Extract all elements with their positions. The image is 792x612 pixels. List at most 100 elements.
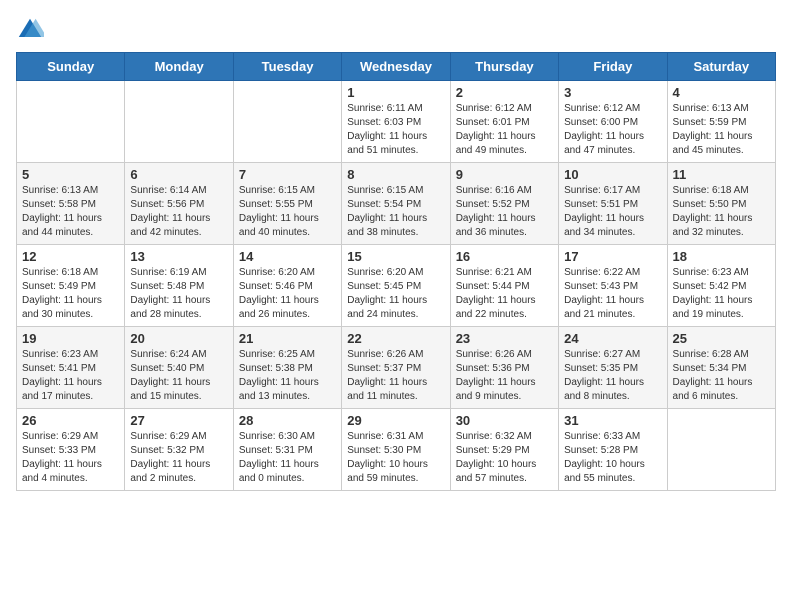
day-number: 27: [130, 413, 227, 428]
day-number: 15: [347, 249, 444, 264]
day-number: 2: [456, 85, 553, 100]
calendar-cell: 20 Sunrise: 6:24 AM Sunset: 5:40 PM Dayli…: [125, 327, 233, 409]
calendar-cell: 23 Sunrise: 6:26 AM Sunset: 5:36 PM Dayli…: [450, 327, 558, 409]
day-number: 16: [456, 249, 553, 264]
calendar-cell: 22Sunrise: 6:26 AM Sunset: 5:37 PM Dayli…: [342, 327, 450, 409]
day-number: 12: [22, 249, 119, 264]
day-number: 5: [22, 167, 119, 182]
calendar-cell: 27Sunrise: 6:29 AM Sunset: 5:32 PM Dayli…: [125, 409, 233, 491]
calendar-cell: [125, 81, 233, 163]
day-number: 14: [239, 249, 336, 264]
day-number: 11: [673, 167, 770, 182]
cell-info: Sunrise: 6:13 AM Sunset: 5:58 PM Dayligh…: [22, 184, 119, 240]
calendar-cell: 5 Sunrise: 6:13 AM Sunset: 5:58 PM Daylig…: [17, 163, 125, 245]
calendar-cell: 11 Sunrise: 6:18 AM Sunset: 5:50 PM Dayli…: [667, 163, 775, 245]
cell-info: Sunrise: 6:25 AM Sunset: 5:38 PM Dayligh…: [239, 348, 336, 404]
cell-info: Sunrise: 6:17 AM Sunset: 5:51 PM Dayligh…: [564, 184, 661, 240]
calendar-week-row: 5 Sunrise: 6:13 AM Sunset: 5:58 PM Daylig…: [17, 163, 776, 245]
calendar-cell: 31 Sunrise: 6:33 AM Sunset: 5:28 PM Dayli…: [559, 409, 667, 491]
calendar-week-row: 26 Sunrise: 6:29 AM Sunset: 5:33 PM Dayli…: [17, 409, 776, 491]
calendar-cell: 2Sunrise: 6:12 AM Sunset: 6:01 PM Daylig…: [450, 81, 558, 163]
cell-info: Sunrise: 6:15 AM Sunset: 5:55 PM Dayligh…: [239, 184, 336, 240]
day-number: 20: [130, 331, 227, 346]
calendar-cell: 10 Sunrise: 6:17 AM Sunset: 5:51 PM Dayli…: [559, 163, 667, 245]
cell-info: Sunrise: 6:21 AM Sunset: 5:44 PM Dayligh…: [456, 266, 553, 322]
calendar-week-row: 19Sunrise: 6:23 AM Sunset: 5:41 PM Dayli…: [17, 327, 776, 409]
calendar-cell: 3 Sunrise: 6:12 AM Sunset: 6:00 PM Daylig…: [559, 81, 667, 163]
cell-info: Sunrise: 6:14 AM Sunset: 5:56 PM Dayligh…: [130, 184, 227, 240]
cell-info: Sunrise: 6:18 AM Sunset: 5:50 PM Dayligh…: [673, 184, 770, 240]
day-number: 26: [22, 413, 119, 428]
day-number: 30: [456, 413, 553, 428]
calendar-cell: 9 Sunrise: 6:16 AM Sunset: 5:52 PM Daylig…: [450, 163, 558, 245]
day-number: 7: [239, 167, 336, 182]
calendar-cell: [667, 409, 775, 491]
cell-info: Sunrise: 6:15 AM Sunset: 5:54 PM Dayligh…: [347, 184, 444, 240]
cell-info: Sunrise: 6:13 AM Sunset: 5:59 PM Dayligh…: [673, 102, 770, 158]
cell-info: Sunrise: 6:30 AM Sunset: 5:31 PM Dayligh…: [239, 430, 336, 486]
cell-info: Sunrise: 6:32 AM Sunset: 5:29 PM Dayligh…: [456, 430, 553, 486]
calendar-cell: 13 Sunrise: 6:19 AM Sunset: 5:48 PM Dayli…: [125, 245, 233, 327]
logo: [16, 16, 48, 44]
day-of-week-header: Friday: [559, 53, 667, 81]
cell-info: Sunrise: 6:24 AM Sunset: 5:40 PM Dayligh…: [130, 348, 227, 404]
calendar-week-row: 12 Sunrise: 6:18 AM Sunset: 5:49 PM Dayli…: [17, 245, 776, 327]
day-number: 9: [456, 167, 553, 182]
day-number: 10: [564, 167, 661, 182]
cell-info: Sunrise: 6:26 AM Sunset: 5:36 PM Dayligh…: [456, 348, 553, 404]
day-number: 6: [130, 167, 227, 182]
calendar-cell: 12 Sunrise: 6:18 AM Sunset: 5:49 PM Dayli…: [17, 245, 125, 327]
cell-info: Sunrise: 6:19 AM Sunset: 5:48 PM Dayligh…: [130, 266, 227, 322]
calendar-cell: 26 Sunrise: 6:29 AM Sunset: 5:33 PM Dayli…: [17, 409, 125, 491]
cell-info: Sunrise: 6:27 AM Sunset: 5:35 PM Dayligh…: [564, 348, 661, 404]
day-of-week-header: Thursday: [450, 53, 558, 81]
calendar-cell: 28 Sunrise: 6:30 AM Sunset: 5:31 PM Dayli…: [233, 409, 341, 491]
calendar-cell: [17, 81, 125, 163]
day-number: 18: [673, 249, 770, 264]
cell-info: Sunrise: 6:23 AM Sunset: 5:42 PM Dayligh…: [673, 266, 770, 322]
calendar-cell: 18 Sunrise: 6:23 AM Sunset: 5:42 PM Dayli…: [667, 245, 775, 327]
day-number: 1: [347, 85, 444, 100]
day-number: 13: [130, 249, 227, 264]
day-number: 4: [673, 85, 770, 100]
calendar-header-row: SundayMondayTuesdayWednesdayThursdayFrid…: [17, 53, 776, 81]
calendar-cell: 29Sunrise: 6:31 AM Sunset: 5:30 PM Dayli…: [342, 409, 450, 491]
cell-info: Sunrise: 6:20 AM Sunset: 5:46 PM Dayligh…: [239, 266, 336, 322]
calendar-cell: 24Sunrise: 6:27 AM Sunset: 5:35 PM Dayli…: [559, 327, 667, 409]
calendar-cell: 30 Sunrise: 6:32 AM Sunset: 5:29 PM Dayli…: [450, 409, 558, 491]
day-of-week-header: Sunday: [17, 53, 125, 81]
cell-info: Sunrise: 6:12 AM Sunset: 6:00 PM Dayligh…: [564, 102, 661, 158]
day-number: 31: [564, 413, 661, 428]
day-number: 8: [347, 167, 444, 182]
cell-info: Sunrise: 6:29 AM Sunset: 5:33 PM Dayligh…: [22, 430, 119, 486]
day-number: 21: [239, 331, 336, 346]
day-number: 22: [347, 331, 444, 346]
day-number: 17: [564, 249, 661, 264]
calendar-cell: 8 Sunrise: 6:15 AM Sunset: 5:54 PM Daylig…: [342, 163, 450, 245]
cell-info: Sunrise: 6:16 AM Sunset: 5:52 PM Dayligh…: [456, 184, 553, 240]
calendar-cell: [233, 81, 341, 163]
cell-info: Sunrise: 6:33 AM Sunset: 5:28 PM Dayligh…: [564, 430, 661, 486]
day-of-week-header: Wednesday: [342, 53, 450, 81]
page-header: [16, 16, 776, 44]
logo-icon: [16, 16, 44, 44]
calendar-cell: 6 Sunrise: 6:14 AM Sunset: 5:56 PM Daylig…: [125, 163, 233, 245]
day-number: 23: [456, 331, 553, 346]
cell-info: Sunrise: 6:23 AM Sunset: 5:41 PM Dayligh…: [22, 348, 119, 404]
calendar-table: SundayMondayTuesdayWednesdayThursdayFrid…: [16, 52, 776, 491]
cell-info: Sunrise: 6:31 AM Sunset: 5:30 PM Dayligh…: [347, 430, 444, 486]
cell-info: Sunrise: 6:18 AM Sunset: 5:49 PM Dayligh…: [22, 266, 119, 322]
day-of-week-header: Monday: [125, 53, 233, 81]
cell-info: Sunrise: 6:28 AM Sunset: 5:34 PM Dayligh…: [673, 348, 770, 404]
calendar-cell: 21 Sunrise: 6:25 AM Sunset: 5:38 PM Dayli…: [233, 327, 341, 409]
calendar-cell: 17 Sunrise: 6:22 AM Sunset: 5:43 PM Dayli…: [559, 245, 667, 327]
day-of-week-header: Tuesday: [233, 53, 341, 81]
calendar-cell: 1Sunrise: 6:11 AM Sunset: 6:03 PM Daylig…: [342, 81, 450, 163]
day-number: 25: [673, 331, 770, 346]
calendar-cell: 19Sunrise: 6:23 AM Sunset: 5:41 PM Dayli…: [17, 327, 125, 409]
cell-info: Sunrise: 6:22 AM Sunset: 5:43 PM Dayligh…: [564, 266, 661, 322]
calendar-cell: 16 Sunrise: 6:21 AM Sunset: 5:44 PM Dayli…: [450, 245, 558, 327]
day-of-week-header: Saturday: [667, 53, 775, 81]
day-number: 28: [239, 413, 336, 428]
day-number: 3: [564, 85, 661, 100]
